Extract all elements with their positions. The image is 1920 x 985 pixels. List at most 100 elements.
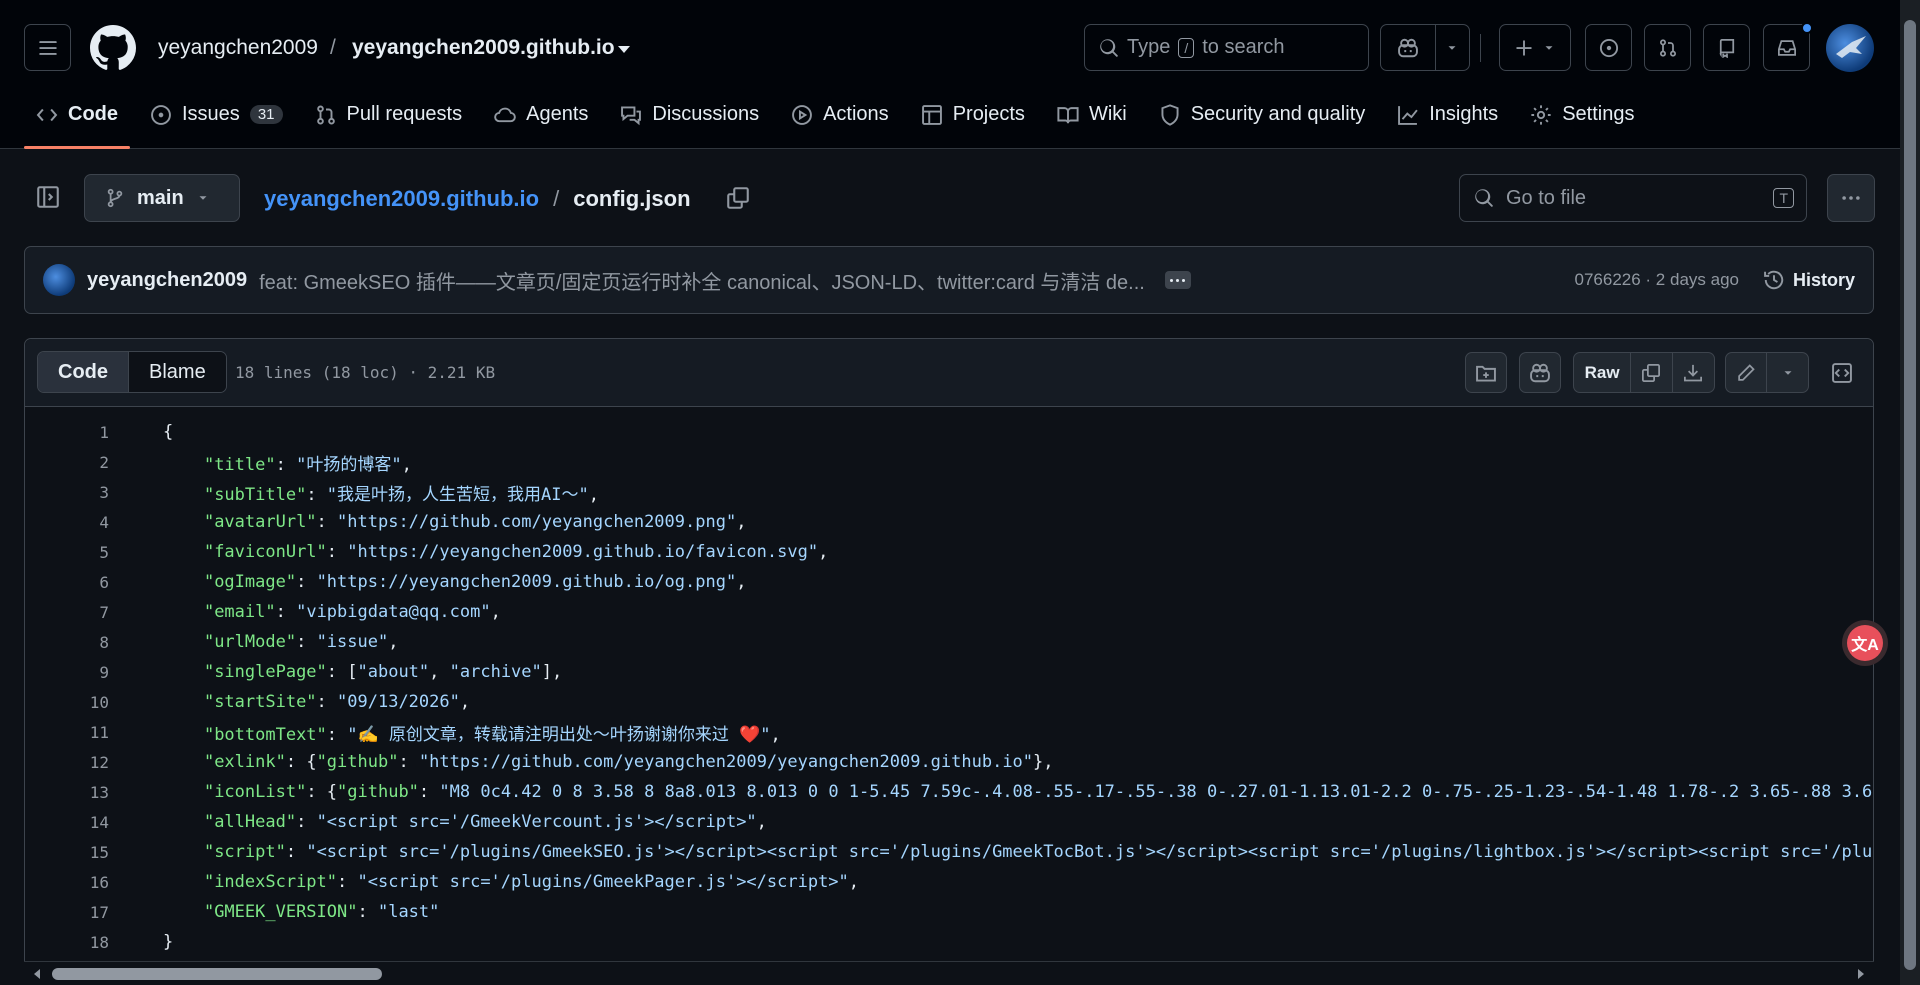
code-view-button[interactable]: Code — [38, 352, 129, 392]
commit-sha-and-time[interactable]: 0766226 · 2 days ago — [1575, 270, 1739, 290]
code-line: 17 "GMEEK_VERSION": "last" — [25, 897, 440, 927]
sidebar-expand-icon[interactable] — [36, 185, 60, 209]
repo-name-link[interactable]: yeyangchen2009.github.io — [352, 36, 615, 60]
tab-insights[interactable]: Insights — [1385, 96, 1510, 133]
line-number[interactable]: 6 — [25, 573, 109, 592]
tab-projects[interactable]: Projects — [909, 96, 1037, 133]
code-line: 13 "iconList": {"github": "M8 0c4.42 0 8… — [25, 777, 1873, 807]
file-directory-add-icon — [1476, 365, 1496, 382]
tab-settings[interactable]: Settings — [1518, 96, 1646, 133]
raw-button[interactable]: Raw — [1574, 353, 1632, 392]
scroll-left-icon[interactable] — [32, 968, 42, 980]
tab-pull-requests[interactable]: Pull requests — [303, 96, 475, 133]
line-number[interactable]: 16 — [25, 873, 109, 892]
tab-actions[interactable]: Actions — [779, 96, 901, 133]
edit-dropdown-button[interactable] — [1767, 353, 1808, 392]
line-number[interactable]: 7 — [25, 603, 109, 622]
line-number[interactable]: 13 — [25, 783, 109, 802]
tab-security[interactable]: Security and quality — [1147, 96, 1378, 133]
commit-author-link[interactable]: yeyangchen2009 — [87, 269, 247, 292]
menu-button[interactable] — [24, 24, 71, 71]
history-icon — [1764, 270, 1784, 290]
vertical-scroll-thumb[interactable] — [1904, 20, 1916, 970]
issues-button[interactable] — [1585, 24, 1632, 71]
horizontal-scroll-thumb[interactable] — [52, 968, 382, 980]
commit-message-link[interactable]: feat: GmeekSEO 插件——文章页/固定页运行时补全 canonica… — [259, 266, 1145, 295]
line-number[interactable]: 2 — [25, 453, 109, 472]
line-number[interactable]: 18 — [25, 933, 109, 952]
line-number[interactable]: 1 — [25, 423, 109, 442]
branch-select-button[interactable]: main — [84, 174, 240, 222]
horizontal-scrollbar[interactable] — [24, 961, 1874, 985]
code-line: 1{ — [25, 417, 173, 447]
repo-owner-link[interactable]: yeyangchen2009 — [158, 36, 318, 60]
line-number[interactable]: 11 — [25, 723, 109, 742]
copilot-dropdown-button[interactable] — [1436, 25, 1469, 70]
more-options-button[interactable] — [1827, 174, 1875, 222]
line-number[interactable]: 15 — [25, 843, 109, 862]
symbols-panel-button[interactable] — [1821, 352, 1863, 393]
open-in-codespace-button[interactable] — [1465, 352, 1507, 393]
code-line-text: "title": "叶扬的博客", — [203, 454, 412, 475]
line-number[interactable]: 14 — [25, 813, 109, 832]
tab-code[interactable]: Code — [24, 96, 130, 149]
git-pull-request-icon — [316, 105, 335, 124]
line-number[interactable]: 4 — [25, 513, 109, 532]
tab-discussions-label: Discussions — [652, 103, 760, 125]
line-number[interactable]: 9 — [25, 663, 109, 682]
code-content[interactable]: 1{2 "title": "叶扬的博客", 3 "subTitle": "我是叶扬… — [25, 407, 1873, 962]
line-number[interactable]: 10 — [25, 693, 109, 712]
user-avatar[interactable] — [1826, 24, 1874, 72]
tab-issues-label: Issues — [182, 103, 240, 125]
code-line: 10 "startSite": "09/13/2026", — [25, 687, 470, 717]
issue-opened-icon — [151, 104, 171, 125]
tab-actions-label: Actions — [823, 103, 889, 125]
book-icon — [1057, 106, 1079, 123]
ask-copilot-button[interactable] — [1519, 352, 1561, 393]
breadcrumb-filename: config.json — [573, 186, 691, 211]
tab-agents[interactable]: Agents — [482, 96, 600, 133]
blame-view-button[interactable]: Blame — [129, 352, 226, 392]
repo-dropdown-chevron-icon[interactable] — [618, 46, 630, 53]
vertical-scrollbar[interactable] — [1900, 0, 1920, 985]
table-icon — [921, 104, 942, 125]
file-viewer: Code Blame 18 lines (18 loc) · 2.21 KB R… — [24, 338, 1874, 985]
copilot-button[interactable] — [1381, 25, 1436, 70]
tab-pull-requests-label: Pull requests — [346, 103, 463, 125]
code-line-text: "urlMode": "issue", — [203, 632, 399, 652]
line-number[interactable]: 17 — [25, 903, 109, 922]
pull-requests-button[interactable] — [1644, 24, 1691, 71]
scroll-right-icon[interactable] — [1856, 968, 1866, 980]
copilot-icon — [1397, 38, 1418, 57]
translate-icon: 文A — [1847, 625, 1883, 661]
code-line-text: "script": "<script src='/plugins/GmeekSE… — [203, 842, 1873, 862]
translate-extension-button[interactable]: 文A — [1842, 620, 1888, 666]
line-number[interactable]: 5 — [25, 543, 109, 562]
tab-discussions[interactable]: Discussions — [608, 96, 771, 133]
commit-author-avatar[interactable] — [43, 264, 75, 296]
edit-file-button[interactable] — [1726, 353, 1768, 392]
code-line: 7 "email": "vipbigdata@qq.com", — [25, 597, 500, 627]
tab-issues[interactable]: Issues 31 — [138, 96, 295, 133]
code-line: 15 "script": "<script src='/plugins/Gmee… — [25, 837, 1873, 867]
raw-copy-download-group: Raw — [1573, 352, 1715, 393]
copy-path-icon[interactable] — [726, 186, 750, 210]
expand-commit-message-button[interactable] — [1164, 271, 1191, 289]
history-button[interactable]: History — [1763, 269, 1855, 291]
code-line: 9 "singlePage": ["about", "archive"], — [25, 657, 562, 687]
line-number[interactable]: 12 — [25, 753, 109, 772]
create-new-button[interactable] — [1499, 24, 1571, 71]
git-branch-icon — [107, 188, 123, 208]
tab-wiki[interactable]: Wiki — [1045, 96, 1139, 133]
code-line: 6 "ogImage": "https://yeyangchen2009.git… — [25, 567, 746, 597]
line-number[interactable]: 8 — [25, 633, 109, 652]
go-to-file-input[interactable]: Go to file T — [1459, 174, 1807, 222]
repositories-button[interactable] — [1703, 24, 1750, 71]
search-input[interactable]: Type / to search — [1084, 24, 1369, 71]
breadcrumb-repo-link[interactable]: yeyangchen2009.github.io — [264, 186, 539, 212]
copy-raw-button[interactable] — [1631, 353, 1673, 392]
github-logo-icon[interactable] — [90, 25, 136, 71]
download-raw-button[interactable] — [1673, 353, 1714, 392]
line-number[interactable]: 3 — [25, 483, 109, 502]
repo-nav: Code Issues 31 Pull requests Agents Disc… — [24, 96, 1654, 149]
